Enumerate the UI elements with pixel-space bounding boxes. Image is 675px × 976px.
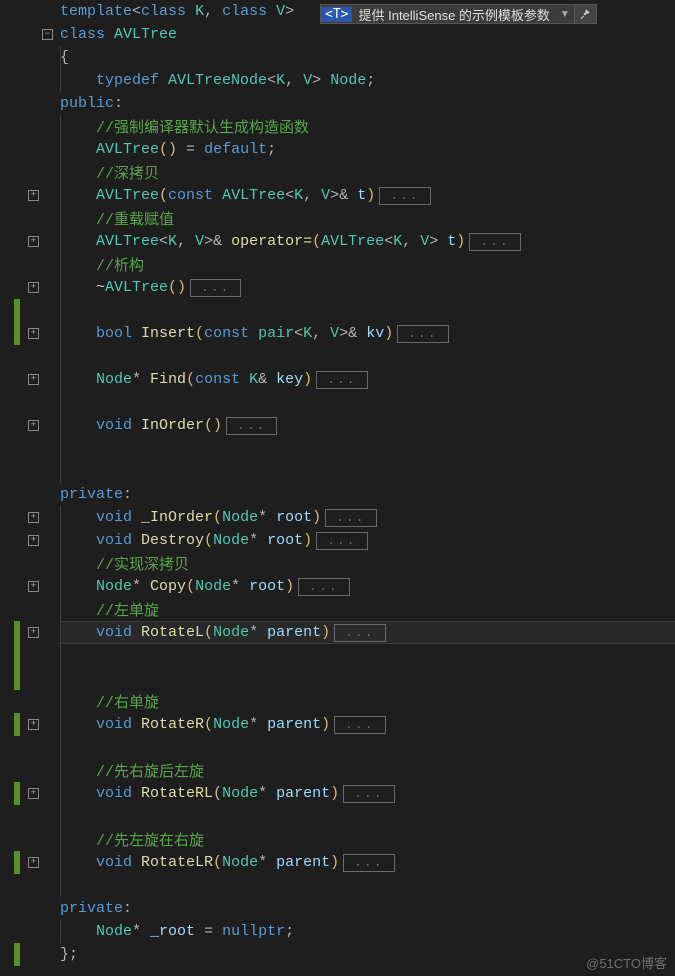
tooltip-text: 提供 IntelliSense 的示例模板参数 [352,5,555,24]
fold-toggle[interactable] [28,236,39,247]
template-param-badge: <T> [321,7,352,22]
intellisense-tooltip: <T> 提供 IntelliSense 的示例模板参数 ▼ [320,4,597,24]
folded-code-box[interactable]: ... [316,371,367,389]
folded-code-box[interactable]: ... [190,279,241,297]
folded-code-box[interactable]: ... [343,854,394,872]
change-bar [14,299,20,322]
fold-toggle[interactable] [28,719,39,730]
pin-icon[interactable] [574,5,596,23]
fold-toggle[interactable] [28,535,39,546]
folded-code-box[interactable]: ... [325,509,376,527]
folded-code-box[interactable]: ... [379,187,430,205]
folded-code-box[interactable]: ... [397,325,448,343]
folded-code-box[interactable]: ... [469,233,520,251]
folded-code-box[interactable]: ... [334,716,385,734]
folded-code-box[interactable]: ... [298,578,349,596]
folded-code-box[interactable]: ... [226,417,277,435]
fold-toggle[interactable] [28,374,39,385]
fold-toggle[interactable] [28,328,39,339]
editor-gutter [0,0,60,976]
fold-toggle[interactable] [28,190,39,201]
folded-code-box[interactable]: ... [316,532,367,550]
fold-toggle[interactable] [28,857,39,868]
folded-code-box[interactable]: ... [334,624,385,642]
folded-code-box[interactable]: ... [343,785,394,803]
fold-toggle[interactable] [28,627,39,638]
fold-toggle[interactable] [28,282,39,293]
chevron-down-icon[interactable]: ▼ [556,9,574,20]
watermark: @51CTO博客 [586,953,667,972]
fold-toggle[interactable] [28,420,39,431]
fold-toggle[interactable] [28,581,39,592]
fold-toggle[interactable] [42,29,53,40]
fold-toggle[interactable] [28,512,39,523]
editor-code-area[interactable]: template<class K, class V> class AVLTree… [60,0,675,976]
fold-toggle[interactable] [28,788,39,799]
